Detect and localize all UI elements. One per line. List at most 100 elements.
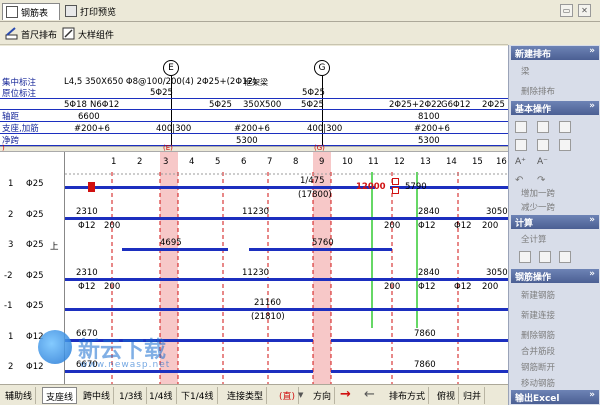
calc-option-icon[interactable]: [539, 251, 551, 263]
bar-label: Φ12: [454, 282, 472, 292]
bar-label: 200: [482, 221, 499, 231]
connection-type-label: 连接类型: [224, 387, 268, 404]
collapse-icon[interactable]: »: [589, 46, 595, 56]
grid-line: [0, 98, 508, 99]
font-size-down-icon[interactable]: A⁻: [537, 157, 549, 169]
collapse-icon[interactable]: »: [589, 101, 595, 111]
midspan-line-button[interactable]: 跨中线: [80, 387, 115, 404]
rebar-line[interactable]: [331, 339, 508, 342]
support-cell: #200+6: [234, 124, 270, 134]
rebar-line[interactable]: [249, 248, 392, 251]
drag-handle[interactable]: [392, 187, 399, 194]
menu-item-move-rebar[interactable]: 移动钢筋: [521, 377, 555, 389]
menu-item-remove-span[interactable]: 减少一跨: [521, 201, 555, 213]
one-quarter-line-button[interactable]: 1/4线: [146, 387, 177, 404]
section-export-excel[interactable]: 输出Excel»: [511, 390, 599, 404]
merge-button[interactable]: 归并: [460, 387, 486, 404]
support-cell: 400|300: [307, 124, 343, 134]
drawing-canvas[interactable]: E G 集中标注 原位标注 轴距 支座,加筋 净跨 L4,5 350X650 Φ…: [0, 46, 508, 384]
printer-icon: [65, 5, 77, 17]
section-new-layout[interactable]: 新建排布»: [511, 46, 599, 60]
bar-spec: Φ25: [26, 271, 44, 281]
chevron-down-icon[interactable]: ▼: [298, 391, 303, 399]
rebar-line[interactable]: [65, 186, 375, 189]
bar-note: 上: [50, 242, 59, 252]
watermark-logo: [38, 330, 72, 364]
bar-label: 11230: [242, 207, 270, 217]
menu-item-break-rebar[interactable]: 钢筋断开: [521, 361, 555, 373]
rebar-line[interactable]: [331, 370, 508, 373]
collapse-icon[interactable]: »: [589, 269, 595, 279]
bar-row-number: -1: [4, 301, 13, 311]
grid-icon[interactable]: [559, 139, 571, 151]
bar-label: Φ12: [418, 221, 436, 231]
section-calculation[interactable]: 计算»: [511, 215, 599, 229]
drag-handle[interactable]: [392, 178, 399, 185]
connection-type-select[interactable]: (直): [276, 387, 300, 404]
fit-icon[interactable]: [515, 139, 527, 151]
menu-item-beam[interactable]: 梁: [521, 65, 530, 77]
calc-option-icon[interactable]: [519, 251, 531, 263]
rebar-line[interactable]: [65, 278, 508, 281]
rebar-line[interactable]: [65, 308, 508, 311]
ruler-marker-g: (G): [314, 144, 325, 152]
close-icon[interactable]: ✕: [578, 4, 591, 17]
menu-item-delete-layout[interactable]: 删除排布: [521, 85, 555, 97]
menu-item-new-rebar[interactable]: 新建钢筋: [521, 289, 555, 301]
bar-label: 2840: [418, 268, 440, 278]
menu-item-add-span[interactable]: 增加一跨: [521, 187, 555, 199]
menu-item-delete-rebar[interactable]: 删除钢筋: [521, 329, 555, 341]
top-view-button[interactable]: 俯视: [434, 387, 460, 404]
window-icon[interactable]: [537, 121, 549, 133]
original-cell: 2Φ25+2Φ22: [389, 100, 442, 110]
table-icon: [6, 6, 18, 18]
bar-spec: Φ25: [26, 210, 44, 220]
frame-icon[interactable]: [559, 121, 571, 133]
zoom-icon[interactable]: [515, 121, 527, 133]
arrow-right-icon[interactable]: →: [340, 387, 351, 402]
ruler-icon: [5, 27, 18, 40]
rebar-line[interactable]: [65, 370, 313, 373]
bar-label: 5790: [405, 182, 427, 192]
collapse-icon[interactable]: »: [589, 215, 595, 225]
tab-print-preview[interactable]: 打印预览: [62, 3, 128, 20]
bar-row-number: -2: [4, 271, 13, 281]
bar-label: Φ12: [78, 282, 96, 292]
bar-label: 200: [384, 282, 401, 292]
font-size-up-icon[interactable]: A⁺: [515, 157, 527, 169]
tab-rebar-table[interactable]: 钢筋表: [2, 3, 60, 20]
section-rebar-ops[interactable]: 钢筋操作»: [511, 269, 599, 283]
support-line-button[interactable]: 支座线: [42, 387, 78, 404]
one-third-line-button[interactable]: 1/3线: [116, 387, 147, 404]
lower-quarter-line-button[interactable]: 下1/4线: [178, 387, 218, 404]
bar-spec: Φ25: [26, 240, 44, 250]
collapse-icon[interactable]: »: [589, 390, 595, 400]
direction-label: 方向: [310, 387, 336, 404]
ruler-layout-button[interactable]: 首尺排布: [3, 26, 59, 42]
menu-item-full-calc[interactable]: 全计算: [521, 233, 547, 245]
rebar-layout[interactable]: 1 2 3 4 5 6 7 8 9 10 11 12 13 14 15 16 1…: [0, 152, 508, 384]
expand-icon[interactable]: [537, 139, 549, 151]
tab-bar: 钢筋表 打印预览 ▭ ✕: [0, 0, 600, 22]
redo-icon[interactable]: ↷: [537, 175, 549, 187]
span-length: 6600: [78, 112, 100, 122]
anchor-marker[interactable]: [88, 182, 95, 192]
calc-option-icon[interactable]: [559, 251, 571, 263]
bar-label: (17800): [298, 190, 332, 200]
arrow-left-icon[interactable]: ←: [364, 387, 375, 402]
detail-component-button[interactable]: 大样组件: [60, 26, 120, 42]
restore-icon[interactable]: ▭: [560, 4, 573, 17]
bar-label: 3050: [486, 207, 508, 217]
aux-line-button[interactable]: 辅助线: [2, 387, 37, 404]
span-length: 8100: [418, 112, 440, 122]
section-basic-ops[interactable]: 基本操作»: [511, 101, 599, 115]
undo-icon[interactable]: ↶: [515, 175, 527, 187]
bar-row-number: 1: [8, 332, 14, 342]
menu-item-new-connection[interactable]: 新建连接: [521, 309, 555, 321]
bar-label: 11230: [242, 268, 270, 278]
bar-length-editing[interactable]: 12000: [356, 182, 386, 192]
bar-spec: Φ12: [26, 362, 44, 372]
menu-item-merge-segments[interactable]: 合并筋段: [521, 345, 555, 357]
rebar-line[interactable]: [122, 248, 228, 251]
rebar-line[interactable]: [65, 217, 508, 220]
